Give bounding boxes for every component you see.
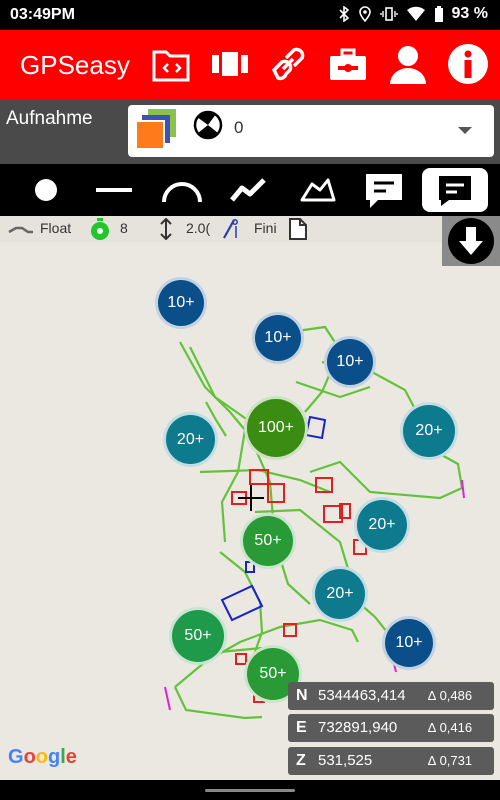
polygon-tool-icon <box>300 178 336 202</box>
cluster-marker[interactable]: 100+ <box>244 396 308 460</box>
file-icon <box>289 218 307 240</box>
cluster-marker[interactable]: 10+ <box>252 312 304 364</box>
cluster-marker[interactable]: 10+ <box>382 616 436 670</box>
fix-type: Float <box>40 220 72 236</box>
google-logo: Google <box>8 746 77 768</box>
chevron-down-icon <box>458 127 472 134</box>
pole-icon <box>223 219 238 239</box>
gnss-info-bar: Float 8 2.0( Fini <box>0 216 500 242</box>
point-tool-icon <box>35 179 57 201</box>
toolbox-icon <box>330 48 366 80</box>
tools-button[interactable] <box>326 42 370 86</box>
polyline-tool-button[interactable] <box>226 168 270 212</box>
polygon-tool-button[interactable] <box>296 168 340 212</box>
line-tool-button[interactable] <box>92 168 136 212</box>
satellite-count: 8 <box>120 220 128 236</box>
arc-tool-button[interactable] <box>160 168 204 212</box>
layers-stack-icon <box>135 109 176 150</box>
cluster-marker[interactable]: 50+ <box>240 513 296 569</box>
message-tool-button[interactable] <box>362 168 406 212</box>
cluster-marker[interactable]: 20+ <box>400 402 458 460</box>
easting-readout: E 732891,940 ∆ 0,416 <box>288 714 494 742</box>
message-active-tool-button[interactable] <box>422 168 488 212</box>
link-icon <box>271 47 305 81</box>
wifi-icon <box>406 6 425 22</box>
user-icon <box>390 46 426 84</box>
battery-percent: 93 % <box>451 5 488 22</box>
folder-code-icon <box>152 50 190 82</box>
height-readout: Z 531,525 ∆ 0,731 <box>288 747 494 775</box>
info-icon <box>448 44 488 84</box>
cluster-marker[interactable]: 20+ <box>163 412 218 467</box>
status-time: 03:49PM <box>10 6 75 23</box>
location-icon <box>358 6 371 22</box>
message-tool-icon <box>366 174 402 208</box>
app-bar: GPSeasy <box>0 30 500 100</box>
cluster-marker[interactable]: 20+ <box>354 497 410 553</box>
layers-button[interactable] <box>208 42 252 86</box>
stopwatch-icon <box>91 218 109 240</box>
layer-select[interactable]: 0 <box>128 105 494 157</box>
point-tool-button[interactable] <box>24 168 68 212</box>
connection-button[interactable] <box>266 42 310 86</box>
vertical-arrows-icon <box>160 218 172 240</box>
height-value: 2.0( <box>186 220 210 236</box>
info-button[interactable] <box>446 42 490 86</box>
bluetooth-icon <box>338 6 349 22</box>
cluster-marker[interactable]: 10+ <box>155 277 207 329</box>
northing-readout: N 5344463,414 ∆ 0,486 <box>288 682 494 710</box>
cluster-marker[interactable]: 20+ <box>312 566 368 622</box>
point-style-icon <box>193 110 223 140</box>
polyline-tool-icon <box>230 178 266 202</box>
battery-icon <box>434 6 443 22</box>
line-tool-icon <box>96 188 132 192</box>
status-bar: 03:49PM 93 % <box>0 0 500 30</box>
cluster-marker[interactable]: 10+ <box>324 336 376 388</box>
record-bar: Aufnahme 0 <box>0 100 500 164</box>
vibrate-icon <box>379 7 398 21</box>
status-icons: 93 % <box>338 5 488 23</box>
message-active-tool-icon <box>439 176 471 206</box>
home-gesture-handle[interactable] <box>205 789 295 792</box>
download-button[interactable] <box>442 216 500 266</box>
arc-tool-icon <box>162 182 202 203</box>
crosshair-icon <box>238 485 264 511</box>
project-folder-button[interactable] <box>150 42 194 86</box>
layers-icon <box>212 52 248 76</box>
file-status: Fini <box>254 220 277 236</box>
app-title: GPSeasy <box>20 50 130 80</box>
map-view[interactable]: 10+ 10+ 10+ 20+ 100+ 20+ 50+ 20+ 20+ 50+… <box>0 242 500 780</box>
geometry-toolbar <box>0 164 500 216</box>
fix-status-icon <box>8 226 33 234</box>
user-button[interactable] <box>386 42 430 86</box>
record-value: 0 <box>234 118 244 137</box>
download-icon <box>448 218 494 264</box>
navigation-bar <box>0 780 500 800</box>
cluster-marker[interactable]: 50+ <box>169 607 227 665</box>
record-label: Aufnahme <box>6 108 93 129</box>
